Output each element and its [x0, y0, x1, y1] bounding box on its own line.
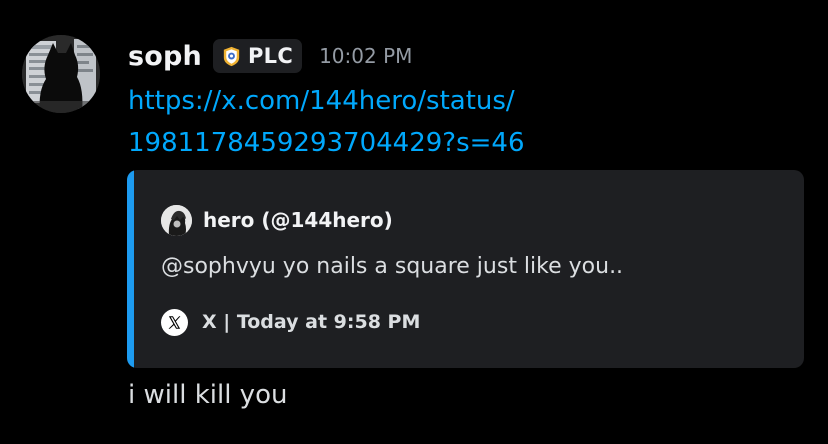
link-embed: hero (@144hero) @sophvyu yo nails a squa… — [127, 170, 804, 368]
embed-footer: X | Today at 9:58 PM — [161, 307, 420, 337]
embed-footer-text: X | Today at 9:58 PM — [202, 311, 421, 333]
user-avatar-icon — [22, 35, 100, 113]
username[interactable]: soph — [128, 41, 202, 72]
guild-tag[interactable]: PLC — [212, 39, 303, 73]
x-logo-icon — [161, 308, 188, 336]
embed-description: @sophvyu yo nails a square just like you… — [161, 254, 624, 279]
message-link[interactable]: https://x.com/144hero/status/ 1981178459… — [128, 80, 598, 164]
message-link-line1: https://x.com/144hero/status/ — [128, 86, 515, 116]
author-avatar-icon — [161, 204, 192, 236]
embed-accent-bar — [127, 170, 134, 368]
embed-author-name: hero (@144hero) — [203, 208, 393, 232]
message-link-line2: 1981178459293704429?s=46 — [128, 128, 525, 158]
user-avatar[interactable] — [22, 35, 100, 113]
embed-author[interactable]: hero (@144hero) — [161, 203, 393, 237]
guild-tag-icon — [223, 46, 240, 66]
message-header: soph PLC 10:02 PM — [128, 34, 412, 78]
message-content: i will kill you — [128, 380, 288, 410]
message-timestamp[interactable]: 10:02 PM — [319, 44, 412, 68]
chat-message: soph PLC 10:02 PM https://x.com/144hero/… — [0, 0, 828, 444]
guild-tag-text: PLC — [247, 44, 294, 68]
